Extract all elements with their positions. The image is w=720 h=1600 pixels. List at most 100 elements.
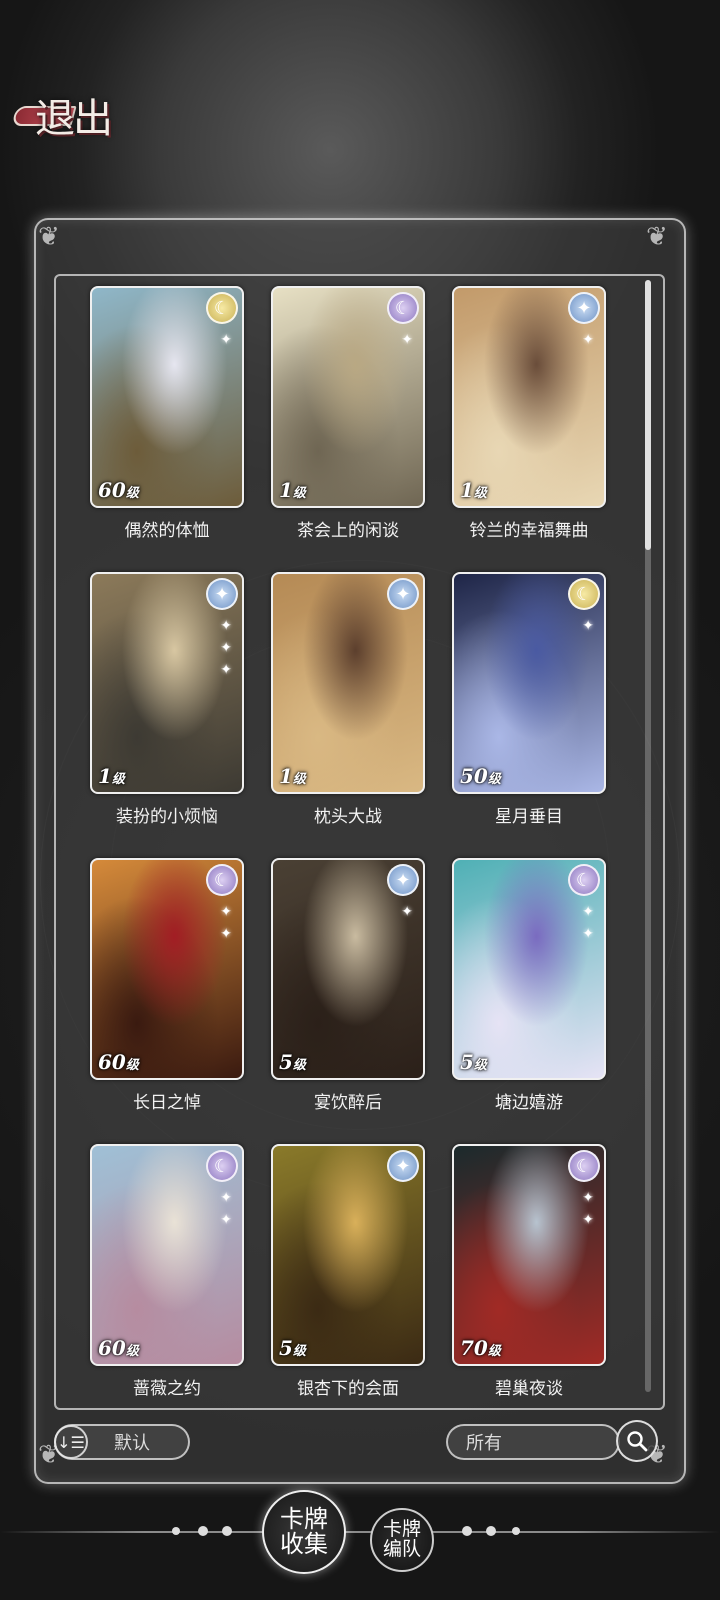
card-level-number: 1	[279, 764, 293, 788]
card-art: ☾ ✦ ✦ 70级	[452, 1144, 606, 1366]
filter-label: 所有	[466, 1433, 502, 1454]
card-level: 1级	[460, 478, 487, 502]
card-name: 银杏下的会面	[297, 1379, 399, 1399]
star-moon-icon: ✦	[387, 578, 419, 610]
card-level: 50级	[460, 764, 501, 788]
card-level-unit: 级	[125, 1058, 139, 1073]
card-art: ☾ ✦ 50级	[452, 572, 606, 794]
card-item[interactable]: ☾ ✦ ✦ 70级 碧巢夜谈	[452, 1144, 606, 1399]
card-level: 5级	[279, 1336, 306, 1360]
sparkle-icon: ✦	[220, 1190, 232, 1206]
card-grid[interactable]: ☾ ✦ 60级 偶然的体恤 ☾ ✦ 1级 茶会上的闲谈 ✦ ✦ 1级 铃兰的幸福舞曲 ✦ ✦ ✦ ✦ 1级 装扮的…	[54, 274, 665, 1410]
tab-card-team-label: 卡牌编队	[382, 1518, 421, 1560]
sparkle-icon: ✦	[582, 618, 594, 634]
tab-card-team[interactable]: 卡牌编队	[370, 1508, 434, 1572]
moon-icon: ☾	[206, 1150, 238, 1182]
sort-list-icon: ↓☰	[54, 1425, 88, 1459]
card-level-unit: 级	[125, 486, 139, 501]
card-item[interactable]: ✦ 5级银杏下的会面	[271, 1144, 425, 1399]
card-art: ☾ ✦ ✦ 60级	[90, 858, 244, 1080]
card-name: 装扮的小烦恼	[116, 807, 218, 827]
corner-ornament-icon: ❦	[646, 222, 668, 252]
search-button[interactable]	[616, 1420, 658, 1462]
card-level-unit: 级	[292, 1058, 306, 1073]
card-item[interactable]: ☾ ✦ ✦ 60级 长日之悼	[90, 858, 244, 1113]
card-item[interactable]: ☾ ✦ 60级 偶然的体恤	[90, 286, 244, 541]
card-name: 长日之悼	[133, 1093, 201, 1113]
card-level-unit: 级	[292, 772, 306, 787]
card-item[interactable]: ✦ ✦ 5级 宴饮醉后	[271, 858, 425, 1113]
nav-dot	[486, 1526, 496, 1536]
card-level-number: 5	[279, 1050, 293, 1074]
card-level-number: 1	[460, 478, 474, 502]
card-art: ✦ 1级	[271, 572, 425, 794]
moon-icon: ☾	[568, 1150, 600, 1182]
card-level-number: 5	[279, 1336, 293, 1360]
sparkle-icon: ✦	[220, 1212, 232, 1228]
card-level-number: 60	[98, 478, 126, 502]
card-level-number: 50	[460, 764, 488, 788]
card-art: ✦ ✦ 5级	[271, 858, 425, 1080]
sort-label: 默认	[114, 1433, 150, 1454]
card-level-number: 5	[460, 1050, 474, 1074]
moon-icon: ☾	[206, 864, 238, 896]
card-name: 偶然的体恤	[124, 521, 210, 541]
card-level: 1级	[98, 764, 125, 788]
card-item[interactable]: ✦ ✦ ✦ ✦ 1级 装扮的小烦恼	[90, 572, 244, 827]
card-item[interactable]: ☾ ✦ ✦ 60级蔷薇之约	[90, 1144, 244, 1399]
scroll-thumb[interactable]	[645, 280, 651, 550]
card-level-unit: 级	[111, 772, 125, 787]
grid-scrollbar[interactable]	[645, 280, 651, 1392]
card-item[interactable]: ✦ 1级 枕头大战	[271, 572, 425, 827]
card-level: 60级	[98, 1336, 139, 1360]
nav-dot	[462, 1526, 472, 1536]
sparkle-icon: ✦	[582, 332, 594, 348]
card-item[interactable]: ☾ ✦ 50级 星月垂目	[452, 572, 606, 827]
nav-dot	[222, 1526, 232, 1536]
card-level: 70级	[460, 1336, 501, 1360]
star-moon-icon: ✦	[387, 1150, 419, 1182]
card-art: ☾ ✦ ✦ 5级	[452, 858, 606, 1080]
card-art: ☾ ✦ 1级	[271, 286, 425, 508]
card-level-unit: 级	[125, 1344, 139, 1359]
card-level: 5级	[460, 1050, 487, 1074]
sparkle-icon: ✦	[582, 926, 594, 942]
search-icon	[627, 1431, 648, 1452]
star-moon-icon: ✦	[206, 578, 238, 610]
card-name: 碧巢夜谈	[495, 1379, 563, 1399]
card-level-number: 70	[460, 1336, 488, 1360]
exit-button[interactable]: 退出	[11, 84, 132, 146]
tab-card-collection[interactable]: 卡牌收集	[262, 1490, 346, 1574]
card-level-unit: 级	[487, 772, 501, 787]
sparkle-icon: ✦	[582, 904, 594, 920]
card-item[interactable]: ☾ ✦ ✦ 5级 塘边嬉游	[452, 858, 606, 1113]
card-name: 塘边嬉游	[495, 1093, 563, 1113]
moon-sun-icon: ☾	[206, 292, 238, 324]
card-level: 1级	[279, 478, 306, 502]
card-level-number: 60	[98, 1050, 126, 1074]
card-name: 蔷薇之约	[133, 1379, 201, 1399]
moon-icon: ☾	[568, 864, 600, 896]
card-art: ✦ ✦ ✦ ✦ 1级	[90, 572, 244, 794]
card-item[interactable]: ☾ ✦ 1级 茶会上的闲谈	[271, 286, 425, 541]
exit-label: 退出	[35, 96, 113, 142]
star-moon-icon: ✦	[568, 292, 600, 324]
card-item[interactable]: ✦ ✦ 1级 铃兰的幸福舞曲	[452, 286, 606, 541]
sparkle-icon: ✦	[401, 904, 413, 920]
card-level-unit: 级	[292, 1344, 306, 1359]
nav-dot	[512, 1527, 520, 1535]
nav-divider	[0, 1531, 720, 1533]
card-level-number: 60	[98, 1336, 126, 1360]
card-level: 60级	[98, 1050, 139, 1074]
sort-button[interactable]: ↓☰ 默认	[54, 1424, 190, 1460]
sparkle-icon: ✦	[220, 662, 232, 678]
card-level: 5级	[279, 1050, 306, 1074]
moon-sun-icon: ☾	[568, 578, 600, 610]
sparkle-icon: ✦	[220, 926, 232, 942]
sparkle-icon: ✦	[220, 640, 232, 656]
card-art: ✦ ✦ 1级	[452, 286, 606, 508]
filter-dropdown[interactable]: 所有	[446, 1424, 620, 1460]
card-art: ✦ 5级	[271, 1144, 425, 1366]
sparkle-icon: ✦	[582, 1190, 594, 1206]
card-art: ☾ ✦ ✦ 60级	[90, 1144, 244, 1366]
